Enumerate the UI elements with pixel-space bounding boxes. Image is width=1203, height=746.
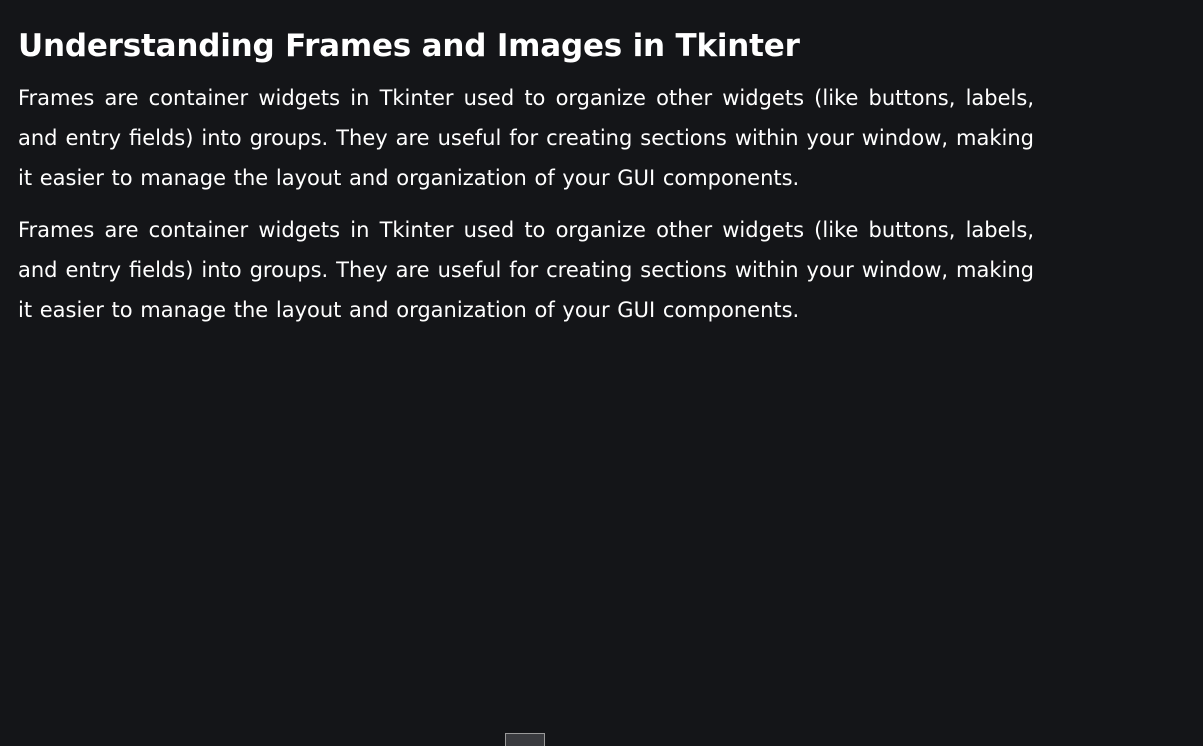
article-content: Understanding Frames and Images in Tkint… [18,24,1034,342]
paragraph-1: Frames are container widgets in Tkinter … [18,86,1034,190]
scroll-handle[interactable] [505,733,545,746]
page-title: Understanding Frames and Images in Tkint… [18,28,800,64]
paragraph-2: Frames are container widgets in Tkinter … [18,218,1034,322]
